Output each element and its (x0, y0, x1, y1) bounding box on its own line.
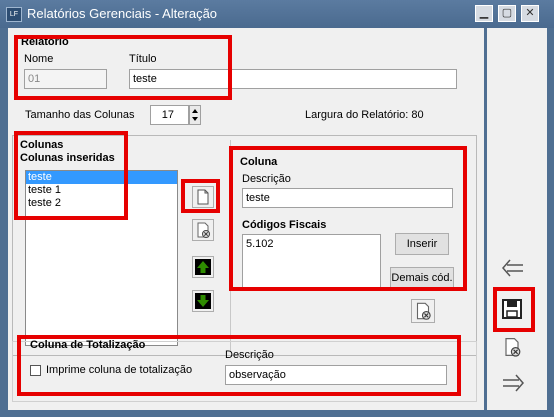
move-up-button[interactable] (192, 256, 214, 278)
delete-document-icon (505, 338, 521, 357)
highlight-totalizacao (17, 335, 461, 396)
tamanho-label: Tamanho das Colunas (25, 109, 135, 121)
delete-codigo-button[interactable] (411, 299, 435, 323)
main-content: Relatorio Nome 01 Título teste Tamanho d… (8, 28, 484, 410)
application-window: LF Relatórios Gerenciais - Alteração ▁ ▢… (0, 0, 554, 417)
delete-record-button[interactable] (500, 335, 524, 359)
highlight-new-button (181, 179, 220, 213)
minimize-button[interactable]: ▁ (475, 5, 493, 22)
delete-document-icon (416, 302, 431, 320)
tamanho-spinner[interactable] (189, 105, 201, 125)
title-bar: LF Relatórios Gerenciais - Alteração ▁ ▢… (0, 0, 554, 28)
highlight-relatorio (14, 35, 232, 100)
close-button[interactable]: ✕ (521, 5, 539, 22)
back-button[interactable] (499, 256, 527, 280)
app-icon: LF (6, 7, 22, 22)
arrow-up-icon (195, 259, 211, 275)
window-title: Relatórios Gerenciais - Alteração (27, 6, 218, 21)
tamanho-field[interactable]: 17 (150, 105, 189, 125)
forward-button[interactable] (499, 371, 527, 395)
highlight-colunas (14, 131, 128, 220)
arrow-left-icon (502, 259, 523, 277)
arrow-down-icon (195, 293, 211, 309)
delete-document-icon (197, 222, 210, 238)
navigation-panel (487, 28, 547, 410)
highlight-coluna (229, 146, 467, 291)
spinner-arrows-icon (192, 109, 198, 121)
largura-label: Largura do Relatório: 80 (305, 109, 424, 121)
delete-column-button[interactable] (192, 219, 214, 241)
move-down-button[interactable] (192, 290, 214, 312)
arrow-right-icon (503, 374, 524, 392)
maximize-button[interactable]: ▢ (498, 5, 516, 22)
highlight-save (493, 287, 535, 332)
